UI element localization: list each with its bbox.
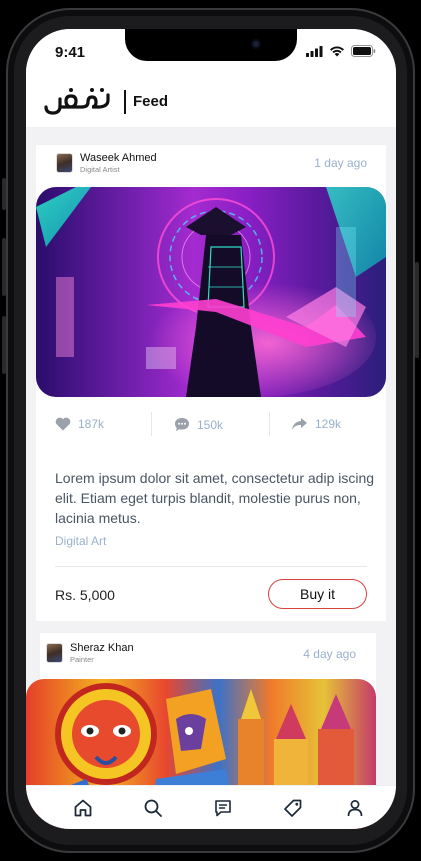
comment-button[interactable]: 150k <box>174 417 223 432</box>
mute-switch <box>2 178 6 210</box>
tab-search[interactable] <box>141 796 165 820</box>
share-count: 129k <box>315 417 342 431</box>
volume-up-button <box>2 238 6 296</box>
search-icon <box>144 799 162 817</box>
chat-icon <box>215 800 231 817</box>
stat-divider <box>269 412 270 436</box>
share-button[interactable]: 129k <box>291 417 341 431</box>
screen: 9:41 Feed Waseek Ahmed Digital Artist 1 … <box>26 29 396 829</box>
like-count: 187k <box>78 417 105 431</box>
tag-icon <box>284 799 302 817</box>
profile-icon <box>347 800 363 817</box>
volume-down-button <box>2 316 6 374</box>
front-camera <box>251 39 261 49</box>
status-icons <box>306 45 376 57</box>
tab-profile[interactable] <box>343 796 367 820</box>
post-stats: 187k 150k 129k <box>36 410 386 440</box>
tab-home[interactable] <box>71 796 95 820</box>
app-header: Feed <box>26 75 396 127</box>
buy-button[interactable]: Buy it <box>268 579 367 609</box>
like-button[interactable]: 187k <box>55 417 104 431</box>
artwork-illustration <box>36 187 386 397</box>
post-card[interactable]: Waseek Ahmed Digital Artist 1 day ago 18… <box>36 145 386 621</box>
signal-icon <box>306 46 323 57</box>
post-time: 1 day ago <box>314 156 367 170</box>
comment-count: 150k <box>197 417 224 432</box>
avatar[interactable] <box>46 643 63 664</box>
author-name: Waseek Ahmed <box>80 152 157 164</box>
home-icon <box>74 799 92 817</box>
stat-divider <box>151 412 152 436</box>
artwork-image[interactable] <box>36 187 386 397</box>
post-category[interactable]: Digital Art <box>55 534 106 548</box>
battery-icon <box>351 45 376 57</box>
author-name: Sheraz Khan <box>70 642 134 654</box>
divider <box>55 566 367 567</box>
tab-messages[interactable] <box>211 796 235 820</box>
share-icon <box>292 418 307 430</box>
heart-icon <box>55 417 71 431</box>
brand-logo <box>44 88 110 115</box>
page-title: Feed <box>133 93 169 110</box>
comment-icon <box>175 418 189 431</box>
post-author[interactable]: Sheraz Khan Painter <box>46 643 134 664</box>
power-button <box>415 262 419 358</box>
status-time: 9:41 <box>55 44 86 61</box>
avatar[interactable] <box>56 153 73 174</box>
post-time: 4 day ago <box>303 647 356 661</box>
post-description: Lorem ipsum dolor sit amet, consectetur … <box>55 470 375 526</box>
tab-bar <box>26 785 396 829</box>
post-price: Rs. 5,000 <box>55 587 115 603</box>
author-role: Digital Artist <box>80 165 120 174</box>
header-divider <box>124 90 126 114</box>
author-role: Painter <box>70 655 94 664</box>
notch <box>125 29 297 61</box>
wifi-icon <box>330 46 344 57</box>
tab-offers[interactable] <box>281 796 305 820</box>
post-author[interactable]: Waseek Ahmed Digital Artist <box>56 153 157 174</box>
